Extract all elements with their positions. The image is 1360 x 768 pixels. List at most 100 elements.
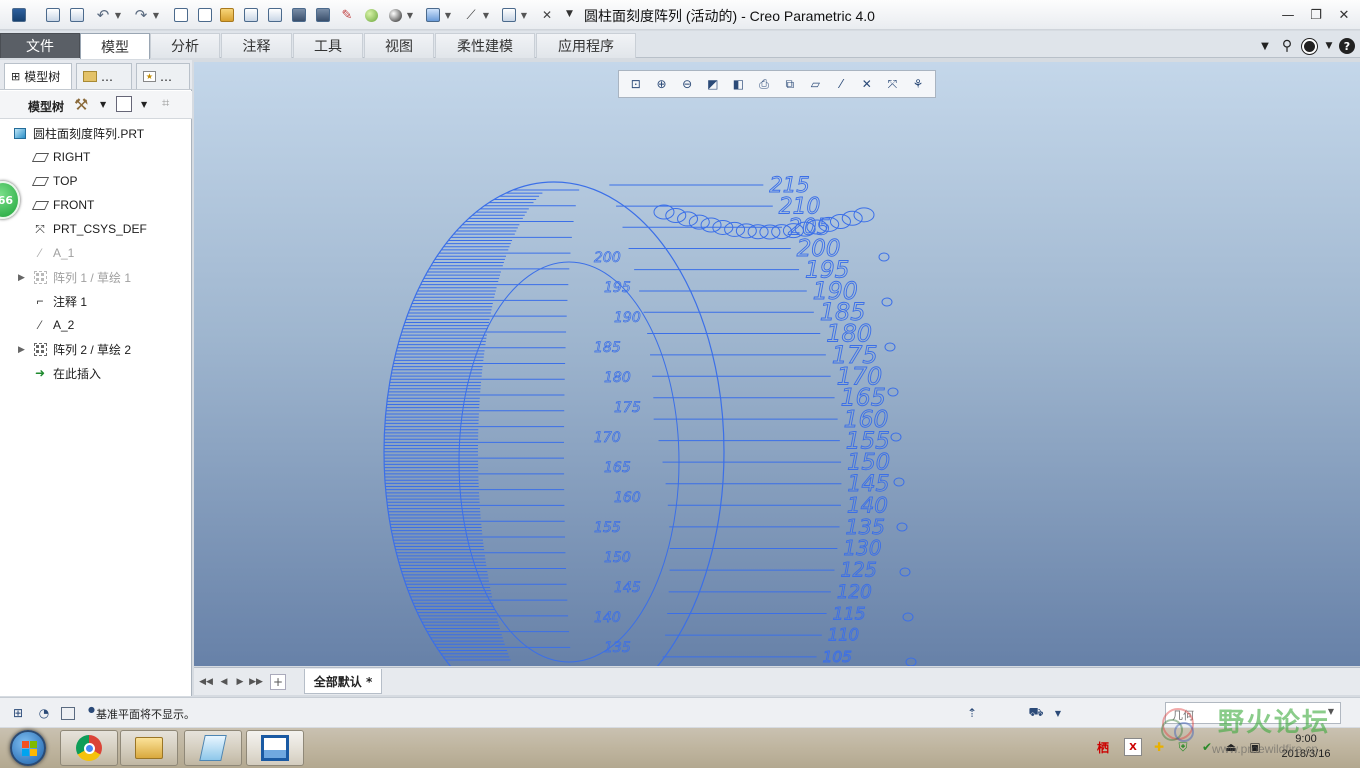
shading-icon[interactable]: ▼ — [386, 6, 413, 24]
view-manager-icon[interactable]: ⧉ — [779, 74, 801, 94]
search-icon[interactable]: ⚲ — [1278, 37, 1296, 55]
tree-item[interactable]: TOP — [0, 170, 190, 192]
ribbon-minimize-icon[interactable]: ▼ — [1256, 37, 1274, 55]
tab-favorites[interactable]: ★ … — [136, 63, 190, 89]
start-button[interactable] — [2, 728, 54, 768]
tree-filter-icon[interactable]: ⌗ — [162, 96, 169, 111]
close-button[interactable]: ✕ — [1333, 5, 1355, 25]
tab-model-tree[interactable]: ⊞ 模型树 — [4, 63, 72, 89]
add-tab-icon[interactable]: + — [270, 674, 286, 690]
graphics-window[interactable]: 215 210 205 200 195 190 185 180 175 170 165 160 155 1… — [194, 62, 1360, 666]
fullscreen-icon[interactable] — [58, 703, 78, 723]
find-binoculars-icon[interactable]: ⛟ — [1026, 703, 1046, 723]
display-style-icon[interactable]: ◧ — [727, 74, 749, 94]
spin-center-icon[interactable]: ⚘ — [907, 74, 929, 94]
system-clock[interactable]: 9:00 2018/3/16 — [1270, 732, 1342, 762]
regenerate-manager-icon[interactable] — [68, 6, 86, 24]
tree-item[interactable]: ▶ 阵列 1 / 草绘 1 — [0, 266, 190, 288]
defender-icon[interactable]: ✔ — [1198, 738, 1216, 756]
tab-applications[interactable]: 应用程序 — [536, 33, 636, 58]
wps-icon[interactable]: X — [1124, 738, 1142, 756]
smart-select-icon[interactable]: ⇡ — [962, 703, 982, 723]
tab-annotate[interactable]: 注释 — [221, 33, 292, 58]
close-window-icon[interactable]: ✕ — [538, 6, 556, 24]
zoom-in-icon[interactable]: ⊕ — [650, 74, 672, 94]
tree-item[interactable]: ⌐ 注释 1 — [0, 290, 190, 312]
tree-item[interactable]: ➜ 在此插入 — [0, 362, 190, 384]
customize-dropdown-icon[interactable]: ▼ — [566, 9, 573, 19]
find-dropdown-icon[interactable]: ▼ — [1048, 703, 1068, 723]
tree-item[interactable]: ⤧ PRT_CSYS_DEF — [0, 218, 190, 240]
next-tab-icon[interactable]: ▶ — [232, 674, 248, 690]
selection-filter[interactable]: 几何 ▼ — [1165, 702, 1341, 724]
community-dropdown-icon[interactable]: ▼ — [1320, 37, 1338, 55]
show-options-icon[interactable] — [116, 96, 132, 112]
show-dropdown-icon[interactable]: ▼ — [141, 100, 147, 109]
tab-model[interactable]: 模型 — [80, 33, 150, 59]
tab-tools[interactable]: 工具 — [293, 33, 363, 58]
input-method-icon[interactable]: 栖 — [1094, 738, 1112, 756]
new-icon[interactable] — [196, 6, 214, 24]
tree-item-label: TOP — [53, 174, 78, 188]
refit-icon[interactable]: ⊡ — [625, 74, 647, 94]
redo-icon[interactable]: ↷ ▼ — [132, 6, 159, 24]
browser-toggle-icon[interactable]: ◔ — [34, 703, 54, 723]
zoom-out-icon[interactable]: ⊖ — [676, 74, 698, 94]
taskbar-chrome[interactable] — [60, 730, 118, 766]
network-icon[interactable]: ▣ — [1246, 738, 1264, 756]
saved-orientations-icon[interactable]: ⎙ — [753, 74, 775, 94]
expand-arrow-icon[interactable]: ▶ — [18, 272, 25, 283]
repaint-icon[interactable]: ◩ — [702, 74, 724, 94]
save-backup-icon[interactable] — [266, 6, 284, 24]
tree-item[interactable]: RIGHT — [0, 146, 190, 168]
tree-item[interactable]: 圆柱面刻度阵列.PRT — [0, 122, 170, 144]
usb-icon[interactable]: ⏏ — [1222, 738, 1240, 756]
community-icon[interactable] — [1300, 37, 1318, 55]
navigator-toggle-icon[interactable]: ⊞ — [8, 703, 28, 723]
tab-view[interactable]: 视图 — [364, 33, 434, 58]
csys-icon: ⤧ — [35, 221, 45, 236]
restore-button[interactable]: ❐ — [1305, 5, 1327, 25]
help-icon[interactable]: ? — [1338, 37, 1356, 55]
tab-flexible-modeling[interactable]: 柔性建模 — [435, 33, 535, 58]
plane-display-icon[interactable]: ▱ — [804, 74, 826, 94]
point-display-icon[interactable]: ✕ — [856, 74, 878, 94]
undo-icon[interactable]: ↶ ▼ — [94, 6, 121, 24]
shield-icon[interactable]: ⛨ — [1174, 738, 1192, 756]
layer-tab-all-default[interactable]: 全部默认 * — [304, 669, 382, 694]
taskbar-explorer[interactable] — [120, 730, 178, 766]
settings-tool-icon[interactable]: ⚒ — [74, 95, 88, 114]
app-menu-icon[interactable] — [10, 6, 28, 24]
view-icon[interactable]: ▼ — [424, 6, 451, 24]
select-icon[interactable]: ▼ — [500, 6, 527, 24]
expand-arrow-icon[interactable]: ▶ — [18, 344, 25, 355]
tree-item[interactable]: ⁄ A_2 — [0, 314, 190, 336]
cylinder-scale-model[interactable]: 2152102052001951901851801751701651601551… — [194, 62, 1360, 666]
measure-icon[interactable]: ⟋ ▼ — [462, 6, 489, 24]
save-as-icon[interactable] — [314, 6, 332, 24]
security-plus-icon[interactable]: ✚ — [1150, 738, 1168, 756]
prev-tab-icon[interactable]: ◀ — [216, 674, 232, 690]
copy-icon[interactable] — [172, 6, 190, 24]
tree-item[interactable]: FRONT — [0, 194, 190, 216]
csys-display-icon[interactable]: ⤧ — [881, 74, 903, 94]
tab-folder-browser[interactable]: … — [76, 63, 132, 89]
appearance-icon[interactable] — [362, 6, 380, 24]
regenerate-icon[interactable] — [44, 6, 62, 24]
insert-here-icon: ➜ — [34, 366, 46, 380]
open-from-server-icon[interactable] — [242, 6, 260, 24]
tree-item[interactable]: ⁄ A_1 — [0, 242, 190, 264]
save-icon[interactable] — [290, 6, 308, 24]
tab-analysis[interactable]: 分析 — [150, 33, 220, 58]
first-tab-icon[interactable]: ◀◀ — [198, 674, 214, 690]
tree-item[interactable]: ▶ 阵列 2 / 草绘 2 — [0, 338, 190, 360]
tab-file[interactable]: 文件 — [0, 33, 80, 58]
taskbar-creo[interactable] — [246, 730, 304, 766]
taskbar-notepad[interactable] — [184, 730, 242, 766]
open-icon[interactable] — [218, 6, 236, 24]
axis-display-icon[interactable]: ⁄ — [830, 74, 852, 94]
settings-dropdown-icon[interactable]: ▼ — [100, 100, 106, 109]
last-tab-icon[interactable]: ▶▶ — [248, 674, 264, 690]
erase-icon[interactable]: ✎ — [338, 6, 356, 24]
minimize-button[interactable]: — — [1277, 5, 1299, 25]
